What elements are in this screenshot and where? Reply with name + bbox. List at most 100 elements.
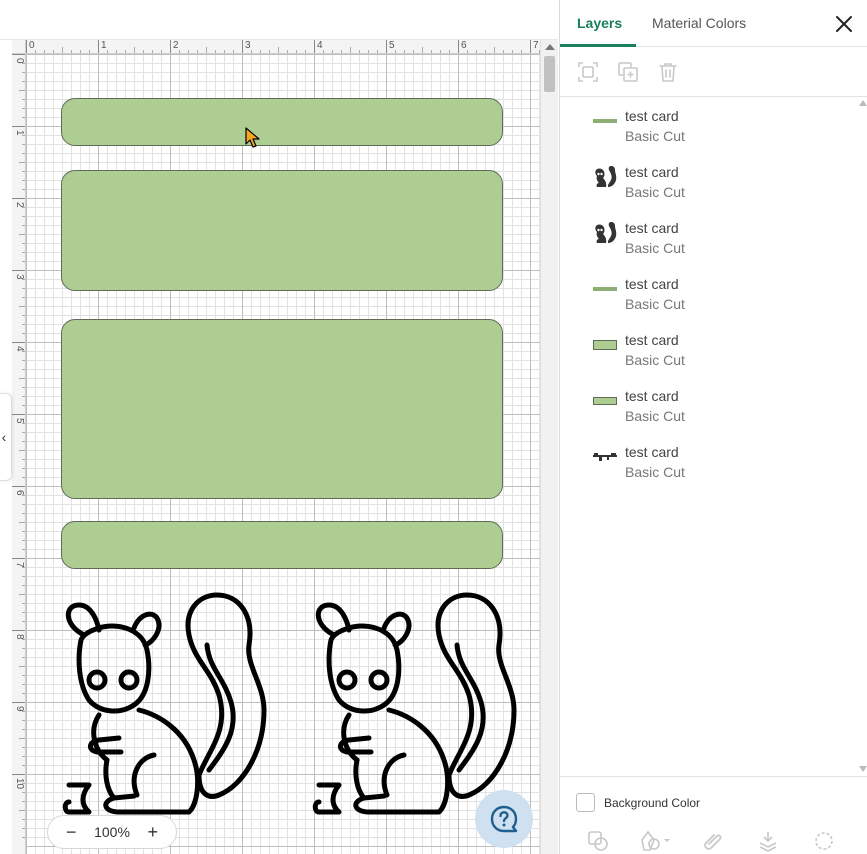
chevron-left-icon: ‹: [1, 429, 7, 445]
ruler-tick: [12, 270, 25, 271]
zoom-level: 100%: [94, 824, 130, 840]
layer-item[interactable]: test card Basic Cut: [560, 97, 856, 153]
ruler-label-x: 4: [317, 40, 323, 51]
layer-name: test card: [625, 220, 679, 236]
bottom-toolbar: [560, 824, 867, 854]
ruler-tick: [12, 558, 25, 559]
layer-operation: Basic Cut: [625, 408, 685, 424]
tab-material-colors[interactable]: Material Colors: [652, 15, 746, 32]
slice-icon[interactable]: [587, 830, 609, 852]
layer-operation: Basic Cut: [625, 464, 685, 480]
squirrel-shape-2[interactable]: [309, 590, 519, 820]
ruler-tick: [12, 774, 25, 775]
layer-item[interactable]: test card Basic Cut: [560, 321, 856, 377]
group-icon[interactable]: [577, 61, 599, 83]
layer-list-scrollbar[interactable]: [856, 97, 867, 775]
layers-panel: Layers Material Colors test card Basic C…: [559, 0, 867, 854]
tab-layers[interactable]: Layers: [577, 15, 622, 32]
layer-operation: Basic Cut: [625, 240, 685, 256]
canvas-area: 01234567 0 1 2 3 4 5 6 7 8 9 10 ‹ − 100%…: [0, 0, 558, 854]
ruler-minor-tick: [134, 47, 135, 53]
scroll-thumb[interactable]: [544, 56, 555, 92]
ruler-label-x: 5: [389, 40, 395, 51]
ruler-label-x: 6: [461, 40, 467, 51]
rectangle-thumbnail-icon: [593, 389, 617, 413]
ruler-tick: [12, 630, 25, 631]
card-shape-1[interactable]: [61, 98, 503, 146]
combine-icon[interactable]: [640, 830, 672, 852]
design-space: 01234567 0 1 2 3 4 5 6 7 8 9 10 ‹ − 100%…: [0, 0, 867, 854]
ruler-corner: [12, 40, 26, 54]
mouse-cursor-icon: [245, 127, 260, 148]
ruler-tick: [12, 198, 25, 199]
layer-item[interactable]: test card Basic Cut: [560, 153, 856, 209]
scroll-up-icon[interactable]: [545, 44, 555, 50]
canvas-grid[interactable]: [26, 54, 540, 854]
flatten-icon[interactable]: [757, 830, 779, 852]
help-button[interactable]: [475, 790, 533, 848]
zoom-control: − 100% +: [47, 815, 177, 849]
ruler-minor-tick: [62, 47, 63, 53]
squirrel-shape-1[interactable]: [59, 590, 269, 820]
ruler-minor-tick: [19, 306, 25, 307]
squirrel-thumbnail-icon: [593, 221, 617, 245]
card-shape-4[interactable]: [61, 521, 503, 569]
zoom-out-button[interactable]: −: [66, 823, 77, 841]
ruler-minor-tick: [19, 594, 25, 595]
line-thumbnail-icon: [593, 109, 617, 133]
squirrel-thumbnail-icon: [593, 165, 617, 189]
horizontal-ruler: 0 1 2 3 4 5 6 7: [26, 40, 540, 54]
active-tab-indicator: [560, 44, 636, 47]
close-icon[interactable]: [834, 14, 854, 34]
ruler-minor-tick: [19, 522, 25, 523]
ruler-label-x: 1: [101, 40, 107, 51]
ruler-minor-tick: [19, 378, 25, 379]
zoom-in-button[interactable]: +: [147, 823, 158, 841]
layer-toolbar: [560, 48, 867, 97]
ruler-minor-tick: [19, 90, 25, 91]
ruler-minor-tick: [19, 234, 25, 235]
ruler-minor-tick: [206, 47, 207, 53]
rectangle-thumbnail-icon: [593, 333, 617, 357]
ruler-minor-tick: [19, 810, 25, 811]
layer-operation: Basic Cut: [625, 352, 685, 368]
ruler-minor-tick: [422, 47, 423, 53]
scroll-up-icon[interactable]: [859, 100, 867, 106]
layer-list: test card Basic Cut test card Basic Cut …: [560, 97, 867, 775]
ruler-tick: [12, 54, 25, 55]
attach-icon[interactable]: [701, 830, 723, 852]
ruler-minor-tick: [350, 47, 351, 53]
layer-name: test card: [625, 332, 679, 348]
ruler-tick: [12, 414, 25, 415]
ruler-minor-tick: [19, 162, 25, 163]
layer-operation: Basic Cut: [625, 184, 685, 200]
background-color-label: Background Color: [604, 796, 701, 810]
scroll-down-icon[interactable]: [859, 766, 867, 772]
layer-item[interactable]: test card Basic Cut: [560, 209, 856, 265]
collapse-panel-tab[interactable]: ‹: [0, 393, 12, 481]
layer-item[interactable]: test card Basic Cut: [560, 265, 856, 321]
ruler-label-x: 7: [533, 40, 539, 51]
delete-icon[interactable]: [657, 61, 679, 83]
ruler-minor-tick: [278, 47, 279, 53]
layer-item[interactable]: test card Basic Cut: [560, 433, 856, 489]
background-color-checkbox[interactable]: [576, 793, 595, 812]
layer-name: test card: [625, 164, 679, 180]
card-shape-3[interactable]: [61, 319, 503, 499]
duplicate-icon[interactable]: [617, 61, 639, 83]
ruler-label-x: 3: [245, 40, 251, 51]
help-chat-icon: [490, 805, 518, 833]
ruler-minor-tick: [19, 738, 25, 739]
layer-name: test card: [625, 108, 679, 124]
panel-tabs: Layers Material Colors: [560, 0, 867, 47]
layer-operation: Basic Cut: [625, 296, 685, 312]
canvas-scrollbar[interactable]: [540, 40, 558, 854]
layer-name: test card: [625, 388, 679, 404]
layer-name: test card: [625, 444, 679, 460]
contour-icon[interactable]: [813, 830, 835, 852]
card-shape-2[interactable]: [61, 170, 503, 291]
layer-item[interactable]: test card Basic Cut: [560, 377, 856, 433]
ruler-tick: [12, 126, 25, 127]
ruler-label-x: 0: [29, 40, 35, 51]
ruler-label-x: 2: [173, 40, 179, 51]
